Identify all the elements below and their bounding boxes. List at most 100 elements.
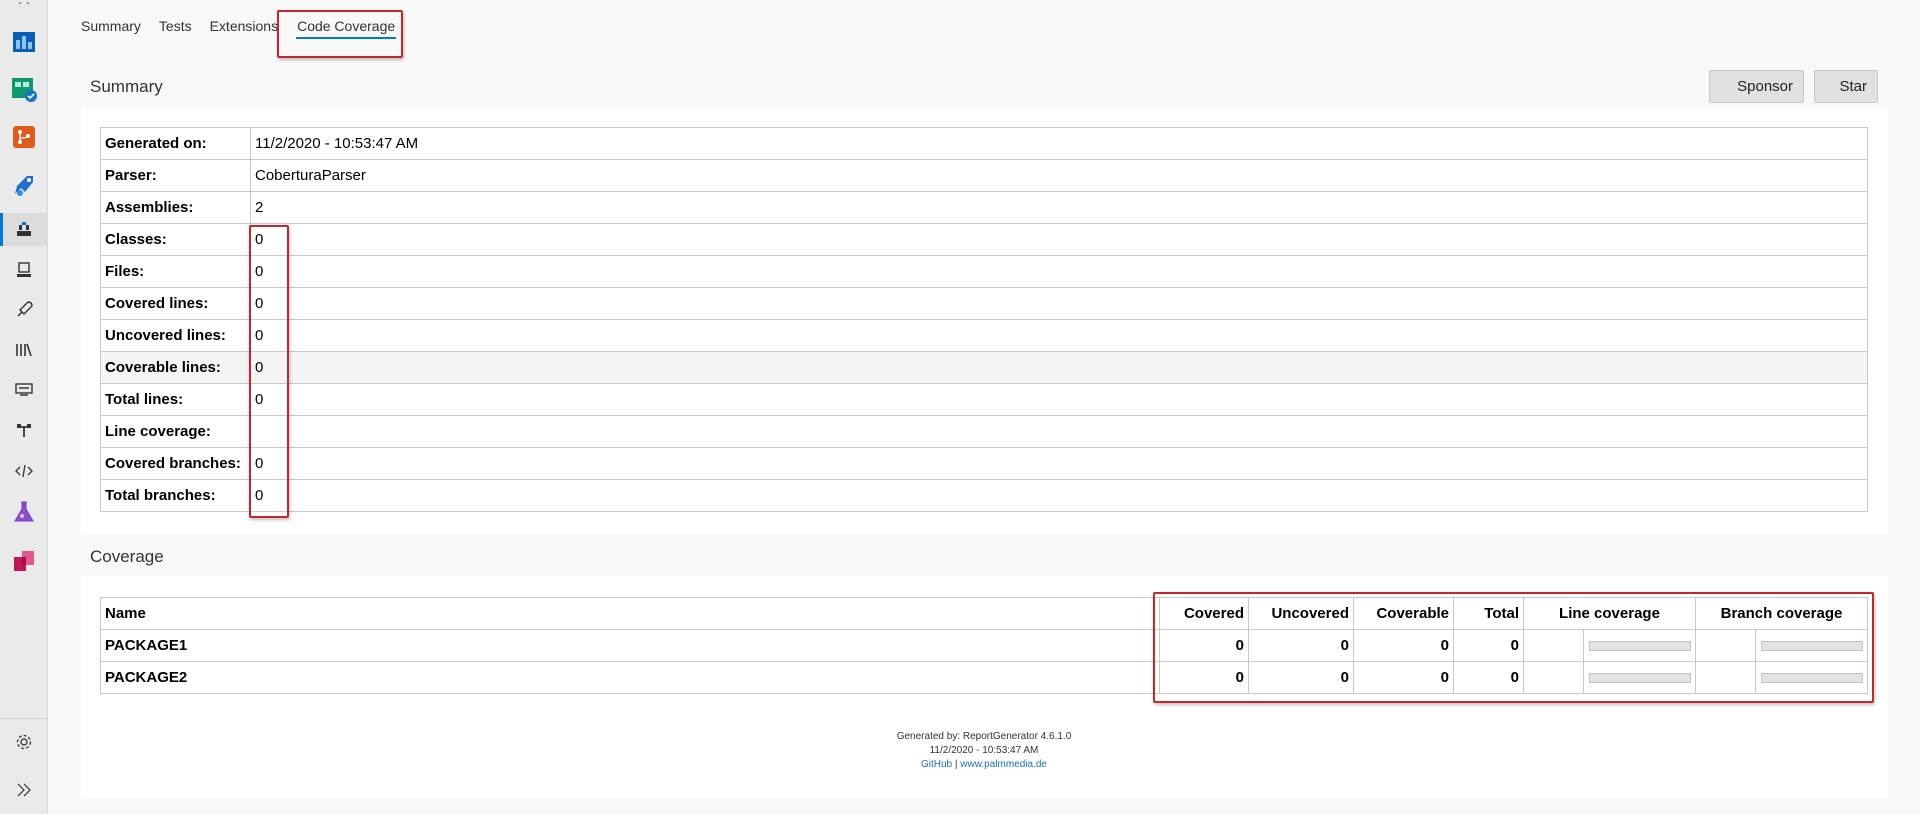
branch-coverage-bar-cell: [1755, 661, 1868, 694]
coverable-value: 0: [1353, 629, 1454, 662]
coverage-heading: Coverage: [90, 547, 164, 566]
total-value: 0: [1453, 661, 1524, 694]
summary-key: Files:: [100, 255, 251, 288]
summary-value: 0: [250, 255, 1868, 288]
pipelines-icon[interactable]: [11, 172, 37, 198]
releases-rocket-icon[interactable]: [11, 297, 37, 323]
summary-row: Generated on: 11/2/2020 - 10:53:47 AM: [100, 127, 1868, 160]
summary-value: 0: [250, 383, 1868, 416]
summary-row: Total branches: 0: [100, 479, 1868, 512]
summary-key: Classes:: [100, 223, 251, 256]
branch-coverage-bar: [1760, 672, 1863, 683]
artifacts-icon[interactable]: [11, 548, 37, 574]
summary-row: Total lines: 0: [100, 383, 1868, 416]
tab-tests[interactable]: Tests: [159, 17, 192, 39]
summary-value: [250, 415, 1868, 448]
summary-value: 0: [250, 447, 1868, 480]
col-uncovered[interactable]: Uncovered: [1248, 597, 1354, 630]
summary-table: Generated on: 11/2/2020 - 10:53:47 AM Pars…: [100, 127, 1868, 512]
summary-value: 0: [250, 223, 1868, 256]
summary-key: Generated on:: [100, 127, 251, 160]
nav-separator: [0, 718, 48, 719]
package-name[interactable]: PACKAGE2: [100, 661, 1160, 694]
palmmedia-link[interactable]: www.palmmedia.de: [960, 759, 1047, 770]
nav-rail: [0, 0, 48, 814]
tab-extensions[interactable]: Extensions: [210, 17, 278, 39]
summary-value: 2: [250, 191, 1868, 224]
library-icon[interactable]: [11, 337, 37, 363]
table-row[interactable]: PACKAGE1 0 0 0 0: [100, 629, 1868, 662]
tab-bar: Summary Tests Extensions Code Coverage: [81, 17, 414, 39]
line-coverage-bar: [1588, 640, 1691, 651]
package-name[interactable]: PACKAGE1: [100, 629, 1160, 662]
summary-row: Parser: CoberturaParser: [100, 159, 1868, 192]
chevron-up-icon[interactable]: [11, 0, 37, 20]
summary-row: Line coverage:: [100, 415, 1868, 448]
branch-coverage-percent: [1695, 629, 1756, 662]
summary-key: Coverable lines:: [100, 351, 251, 384]
branch-coverage-bar: [1760, 640, 1863, 651]
summary-key: Line coverage:: [100, 415, 251, 448]
footer-generated-by: Generated by: ReportGenerator 4.6.1.0: [896, 731, 1072, 742]
summary-value: 0: [250, 351, 1868, 384]
summary-row: Classes: 0: [100, 223, 1868, 256]
col-coverable[interactable]: Coverable: [1353, 597, 1454, 630]
line-coverage-bar: [1588, 672, 1691, 683]
nav-selected-indicator: [0, 213, 3, 246]
code-icon[interactable]: [11, 458, 37, 484]
tab-code-coverage[interactable]: Code Coverage: [296, 17, 397, 39]
line-coverage-percent: [1523, 661, 1584, 694]
summary-row: Coverable lines: 0: [100, 351, 1868, 384]
line-coverage-percent: [1523, 629, 1584, 662]
star-button[interactable]: Star: [1814, 70, 1878, 103]
repos-icon[interactable]: [11, 124, 37, 150]
summary-value: 0: [250, 319, 1868, 352]
summary-heading: Summary: [90, 77, 163, 96]
summary-row: Covered lines: 0: [100, 287, 1868, 320]
uncovered-value: 0: [1248, 661, 1354, 694]
covered-value: 0: [1159, 629, 1249, 662]
table-row[interactable]: PACKAGE2 0 0 0 0: [100, 661, 1868, 694]
col-covered[interactable]: Covered: [1159, 597, 1249, 630]
coverable-value: 0: [1353, 661, 1454, 694]
summary-value: 0: [250, 287, 1868, 320]
boards-icon[interactable]: [11, 76, 37, 102]
tab-summary[interactable]: Summary: [81, 17, 141, 39]
line-coverage-bar-cell: [1583, 661, 1696, 694]
environments-icon[interactable]: [11, 257, 37, 283]
summary-key: Parser:: [100, 159, 251, 192]
summary-key: Covered lines:: [100, 287, 251, 320]
summary-value: 0: [250, 479, 1868, 512]
summary-row: Files: 0: [100, 255, 1868, 288]
col-branch-coverage[interactable]: Branch coverage: [1695, 597, 1868, 630]
col-total[interactable]: Total: [1453, 597, 1524, 630]
branch-coverage-percent: [1695, 661, 1756, 694]
line-coverage-bar-cell: [1583, 629, 1696, 662]
pipelines-runs-icon[interactable]: [11, 216, 37, 242]
coverage-header-row: Name Covered Uncovered Coverable Total L…: [100, 597, 1868, 630]
overview-icon[interactable]: [11, 29, 37, 55]
summary-key: Uncovered lines:: [100, 319, 251, 352]
task-groups-icon[interactable]: [11, 377, 37, 403]
coverage-table: Name Covered Uncovered Coverable Total L…: [100, 597, 1868, 694]
summary-key: Total lines:: [100, 383, 251, 416]
summary-key: Assemblies:: [100, 191, 251, 224]
github-link[interactable]: GitHub: [921, 759, 952, 770]
summary-key: Total branches:: [100, 479, 251, 512]
summary-row: Covered branches: 0: [100, 447, 1868, 480]
summary-row: Assemblies: 2: [100, 191, 1868, 224]
summary-row: Uncovered lines: 0: [100, 319, 1868, 352]
footer: Generated by: ReportGenerator 4.6.1.0 11…: [800, 730, 1168, 772]
branch-coverage-bar-cell: [1755, 629, 1868, 662]
col-line-coverage[interactable]: Line coverage: [1523, 597, 1696, 630]
deployment-groups-icon[interactable]: [11, 418, 37, 444]
covered-value: 0: [1159, 661, 1249, 694]
col-name[interactable]: Name: [100, 597, 1160, 630]
gear-icon[interactable]: [11, 729, 37, 755]
footer-timestamp: 11/2/2020 - 10:53:47 AM: [929, 745, 1039, 756]
expand-chevrons-icon[interactable]: [11, 777, 37, 803]
sponsor-button[interactable]: Sponsor: [1709, 70, 1804, 103]
summary-value: 11/2/2020 - 10:53:47 AM: [250, 127, 1868, 160]
test-plans-flask-icon[interactable]: [11, 499, 37, 525]
footer-separator: |: [954, 759, 958, 770]
